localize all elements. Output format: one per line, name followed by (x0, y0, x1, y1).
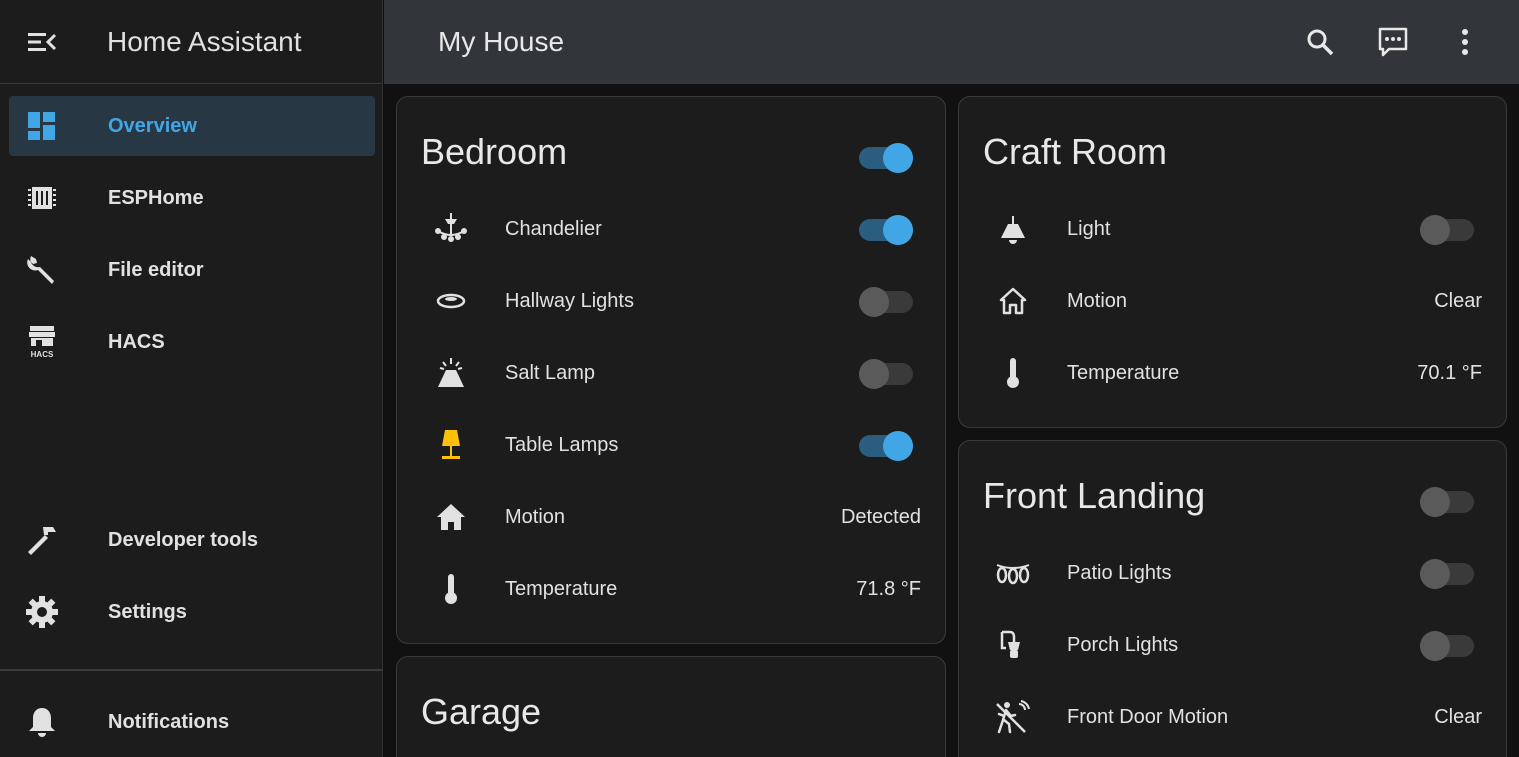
entity-state: 71.8 °F (856, 577, 921, 600)
entity-state: Clear (1434, 705, 1482, 728)
salt-lamp-toggle[interactable] (859, 353, 913, 389)
menu-toggle-button[interactable] (0, 0, 84, 84)
sidebar-item-hacs[interactable]: HACS HACS (9, 312, 375, 372)
bell-icon (29, 708, 55, 737)
search-button[interactable] (1296, 18, 1344, 66)
entity-row-motion[interactable]: Motion Clear (959, 271, 1506, 331)
entity-state: Clear (1434, 289, 1482, 312)
entity-row-front-door-motion[interactable]: Front Door Motion Clear (959, 687, 1506, 747)
app-title: Home Assistant (107, 25, 302, 57)
sidebar-item-file-editor[interactable]: File editor (9, 240, 375, 300)
entity-name: Motion (1067, 289, 1128, 312)
entity-row-hallway-lights[interactable]: Hallway Lights (397, 271, 945, 331)
more-vert-icon (1462, 29, 1468, 55)
sidebar-item-label: Settings (108, 600, 187, 623)
garage-card: Garage (396, 656, 946, 757)
sidebar-item-label: ESPHome (108, 186, 204, 209)
sidebar-item-label: Notifications (108, 710, 230, 733)
ceiling-light-icon (436, 293, 466, 309)
pendant-light-icon (1001, 216, 1025, 244)
sidebar: Home Assistant Overview ESPHome File edi… (0, 0, 383, 757)
card-title: Bedroom (421, 131, 568, 172)
entity-row-salt-lamp[interactable]: Salt Lamp (397, 343, 945, 403)
sidebar-header: Home Assistant (0, 0, 382, 84)
home-icon (437, 504, 465, 530)
entity-row-temperature[interactable]: Temperature 71.8 °F (397, 559, 945, 619)
chandelier-icon (435, 213, 467, 242)
entity-name: Patio Lights (1067, 561, 1172, 584)
home-outline-icon (999, 287, 1027, 315)
front-landing-card: Front Landing Patio Lights Porch Lights … (958, 440, 1507, 757)
salt-lamp-icon (438, 358, 464, 387)
table-lamp-icon (442, 430, 460, 459)
entity-row-light[interactable]: Light (959, 199, 1506, 259)
hallway-lights-toggle[interactable] (859, 281, 913, 317)
card-title: Front Landing (983, 475, 1206, 516)
entity-name: Front Door Motion (1067, 705, 1229, 728)
craft-room-card: Craft Room Light Motion Clear Temperatur… (958, 96, 1507, 428)
table-lamps-toggle[interactable] (859, 425, 913, 461)
sidebar-item-label: HACS (108, 330, 165, 353)
entity-name: Temperature (505, 577, 618, 600)
main-content: My House Bedroom Chandelier Hallway Ligh… (384, 0, 1519, 757)
entity-state: 70.1 °F (1417, 361, 1482, 384)
card-title: Craft Room (983, 131, 1168, 172)
sidebar-item-label: Overview (108, 114, 197, 137)
chip-icon (28, 187, 56, 209)
entity-name: Hallway Lights (505, 289, 634, 312)
sidebar-item-overview[interactable]: Overview (9, 96, 375, 156)
sidebar-item-esphome[interactable]: ESPHome (9, 168, 375, 228)
entity-state: Detected (840, 505, 921, 528)
wrench-icon (27, 256, 54, 284)
porch-lights-toggle[interactable] (1420, 625, 1474, 661)
entity-name: Table Lamps (505, 433, 619, 456)
sidebar-item-developer-tools[interactable]: Developer tools (9, 510, 375, 570)
sidebar-divider (0, 669, 383, 671)
entity-row-patio-lights[interactable]: Patio Lights (959, 543, 1506, 603)
entity-row-porch-lights[interactable]: Porch Lights (959, 615, 1506, 675)
entity-name: Temperature (1067, 361, 1180, 384)
thermometer-icon (1007, 358, 1019, 388)
entity-row-motion[interactable]: Motion Detected (397, 487, 945, 547)
entity-name: Light (1067, 217, 1111, 240)
sidebar-item-label: File editor (108, 258, 204, 281)
light-toggle[interactable] (1420, 209, 1474, 245)
assist-button[interactable] (1369, 18, 1417, 66)
chandelier-toggle[interactable] (859, 209, 913, 245)
assist-message-icon (1378, 27, 1408, 57)
hammer-icon (28, 527, 56, 555)
entity-name: Motion (505, 505, 566, 528)
string-lights-icon (996, 564, 1030, 585)
top-app-bar: My House (384, 0, 1519, 84)
outdoor-lamp-icon (1000, 630, 1020, 658)
sidebar-item-label: Developer tools (108, 528, 259, 551)
thermometer-icon (445, 574, 457, 604)
front-landing-header-toggle[interactable] (1420, 481, 1474, 517)
hacs-store-icon: HACS (29, 326, 55, 359)
entity-row-chandelier[interactable]: Chandelier (397, 199, 945, 259)
motion-sensor-icon (996, 700, 1030, 734)
sidebar-item-settings[interactable]: Settings (9, 582, 375, 642)
entity-name: Porch Lights (1067, 633, 1179, 656)
sidebar-item-notifications[interactable]: Notifications (9, 692, 375, 752)
svg-text:HACS: HACS (31, 350, 54, 359)
entity-name: Chandelier (505, 217, 602, 240)
entity-name: Salt Lamp (505, 361, 596, 384)
bedroom-card: Bedroom Chandelier Hallway Lights Salt L… (396, 96, 946, 644)
cog-icon (26, 596, 58, 628)
view-dashboard-icon (28, 112, 55, 140)
menu-open-icon (28, 32, 57, 51)
page-title: My House (438, 26, 565, 57)
entity-row-table-lamps[interactable]: Table Lamps (397, 415, 945, 475)
entity-row-temperature[interactable]: Temperature 70.1 °F (959, 343, 1506, 403)
search-icon (1307, 29, 1334, 56)
patio-lights-toggle[interactable] (1420, 553, 1474, 589)
card-title: Garage (421, 691, 542, 732)
bedroom-header-toggle[interactable] (859, 137, 913, 173)
more-options-button[interactable] (1441, 18, 1489, 66)
